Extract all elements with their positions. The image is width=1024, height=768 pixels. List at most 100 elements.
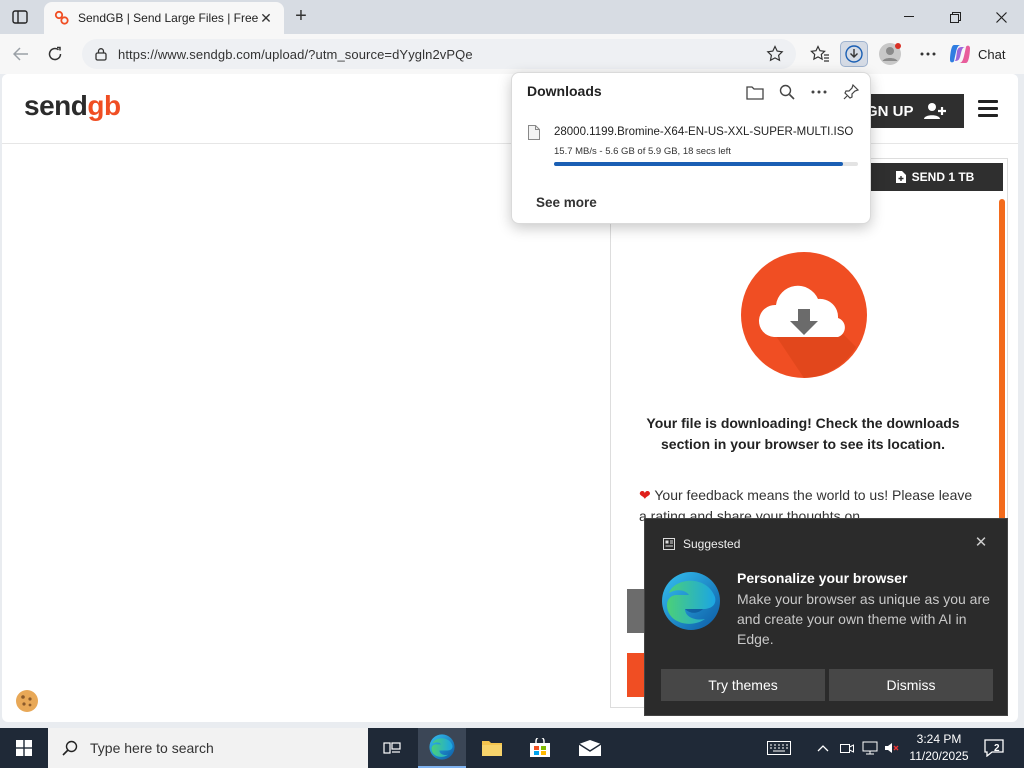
chevron-up-icon — [817, 745, 829, 752]
new-tab-button[interactable]: + — [290, 6, 312, 28]
taskbar-file-explorer-button[interactable] — [468, 728, 516, 768]
search-placeholder: Type here to search — [90, 740, 214, 756]
send-1tb-label: SEND 1 TB — [911, 170, 975, 184]
refresh-icon — [48, 46, 62, 61]
download-progress-fill — [554, 162, 843, 166]
logo-text: send — [24, 90, 88, 121]
downloads-button[interactable] — [840, 41, 868, 67]
task-view-button[interactable] — [368, 728, 416, 768]
tab-title: SendGB | Send Large Files | Free f — [78, 11, 258, 25]
add-user-icon — [923, 103, 946, 119]
more-icon — [811, 90, 827, 94]
downloads-title: Downloads — [527, 83, 602, 99]
download-status: 15.7 MB/s - 5.6 GB of 5.9 GB, 18 secs le… — [554, 146, 731, 157]
notification-center-button[interactable]: 2 — [982, 738, 1006, 758]
edge-logo-icon — [662, 572, 720, 630]
meet-now-tray-icon[interactable] — [838, 740, 856, 756]
folder-icon — [482, 741, 502, 756]
suggestion-body: Make your browser as unique as you are a… — [737, 591, 990, 647]
downloads-panel: Downloads 28000.1199.Bromine-X64-EN-US-X… — [511, 72, 871, 224]
store-icon — [530, 738, 550, 757]
suggested-icon — [663, 538, 675, 550]
folder-icon — [746, 85, 764, 100]
tab-actions-icon — [12, 10, 28, 24]
copilot-chat-button[interactable]: Chat — [948, 40, 1018, 68]
camera-icon — [840, 744, 854, 753]
mail-icon — [578, 740, 602, 756]
download-icon — [845, 45, 863, 63]
address-bar[interactable]: https://www.sendgb.com/upload/?utm_sourc… — [82, 39, 796, 69]
keyboard-tray-icon[interactable] — [766, 740, 792, 756]
tab-close-icon[interactable]: ✕ — [258, 10, 274, 26]
network-tray-icon[interactable] — [860, 740, 880, 756]
tab-actions-button[interactable] — [8, 6, 32, 28]
url-text: https://www.sendgb.com/upload/?utm_sourc… — [118, 46, 473, 62]
keyboard-icon — [767, 741, 791, 755]
clock-date: 11/20/2025 — [909, 749, 969, 763]
profile-button[interactable] — [876, 41, 904, 67]
file-plus-icon — [895, 171, 906, 183]
volume-tray-icon[interactable] — [882, 740, 902, 756]
sendgb-logo[interactable]: sendgb — [24, 90, 121, 122]
restore-icon — [949, 11, 961, 23]
suggestion-header-label: Suggested — [683, 537, 741, 551]
notification-count: 2 — [994, 743, 1000, 754]
settings-more-button[interactable] — [914, 41, 942, 67]
edge-icon — [429, 734, 455, 760]
copilot-icon — [950, 45, 970, 63]
send-1tb-button[interactable]: SEND 1 TB — [867, 163, 1003, 191]
taskbar-store-button[interactable] — [516, 728, 564, 768]
pin-downloads-button[interactable] — [840, 81, 862, 103]
favorites-button[interactable] — [806, 41, 834, 67]
cookie-icon[interactable] — [14, 688, 40, 714]
title-bar: SendGB | Send Large Files | Free f ✕ + — [0, 0, 1024, 34]
file-icon — [528, 125, 540, 140]
lock-icon — [95, 48, 107, 61]
speaker-muted-icon — [885, 743, 899, 753]
heart-icon: ❤ — [639, 487, 651, 503]
search-icon — [62, 740, 78, 756]
search-icon — [779, 84, 795, 100]
close-window-button[interactable] — [978, 0, 1024, 34]
windows-logo-icon — [16, 740, 32, 756]
back-button[interactable] — [8, 42, 34, 66]
arrow-left-icon — [13, 47, 28, 61]
pin-icon — [843, 84, 859, 100]
show-hidden-icons-button[interactable] — [814, 740, 832, 756]
hamburger-menu-icon[interactable] — [978, 100, 998, 118]
refresh-button[interactable] — [42, 42, 68, 66]
taskbar-mail-button[interactable] — [566, 728, 614, 768]
taskbar-clock[interactable]: 3:24 PM 11/20/2025 — [902, 731, 976, 765]
download-message: Your file is downloading! Check the down… — [646, 415, 960, 452]
cloud-download-icon — [741, 252, 867, 378]
avatar-icon — [879, 43, 901, 65]
downloads-more-button[interactable] — [808, 81, 830, 103]
download-progress-bar — [554, 162, 858, 166]
taskbar-edge-button[interactable] — [418, 728, 466, 768]
favorites-icon — [810, 45, 829, 62]
sign-up-label: GN UP — [866, 102, 914, 120]
minimize-icon — [904, 16, 914, 17]
network-icon — [862, 741, 878, 755]
suggestion-header: Suggested — [663, 537, 740, 551]
close-icon — [995, 11, 1007, 23]
start-button[interactable] — [0, 728, 48, 768]
favorite-star-icon[interactable] — [766, 45, 784, 63]
windows-taskbar: Type here to search 3:24 PM 11/20/2025 2 — [0, 728, 1024, 768]
suggestion-close-icon[interactable]: ✕ — [973, 535, 989, 551]
open-folder-button[interactable] — [744, 81, 766, 103]
restore-button[interactable] — [932, 0, 978, 34]
search-downloads-button[interactable] — [776, 81, 798, 103]
minimize-button[interactable] — [886, 0, 932, 34]
see-more-link[interactable]: See more — [536, 195, 597, 210]
sendgb-favicon — [54, 10, 69, 25]
suggestion-popup: Suggested ✕ Personalize your browser Mak… — [644, 518, 1008, 716]
download-file-name[interactable]: 28000.1199.Bromine-X64-EN-US-XXL-SUPER-M… — [554, 126, 853, 138]
active-tab[interactable]: SendGB | Send Large Files | Free f ✕ — [44, 2, 284, 34]
try-themes-button[interactable]: Try themes — [661, 669, 825, 701]
navigation-bar: https://www.sendgb.com/upload/?utm_sourc… — [0, 34, 1024, 74]
more-icon — [920, 52, 936, 56]
dismiss-button[interactable]: Dismiss — [829, 669, 993, 701]
taskbar-search-box[interactable]: Type here to search — [48, 728, 368, 768]
suggestion-title: Personalize your browser — [737, 570, 908, 586]
